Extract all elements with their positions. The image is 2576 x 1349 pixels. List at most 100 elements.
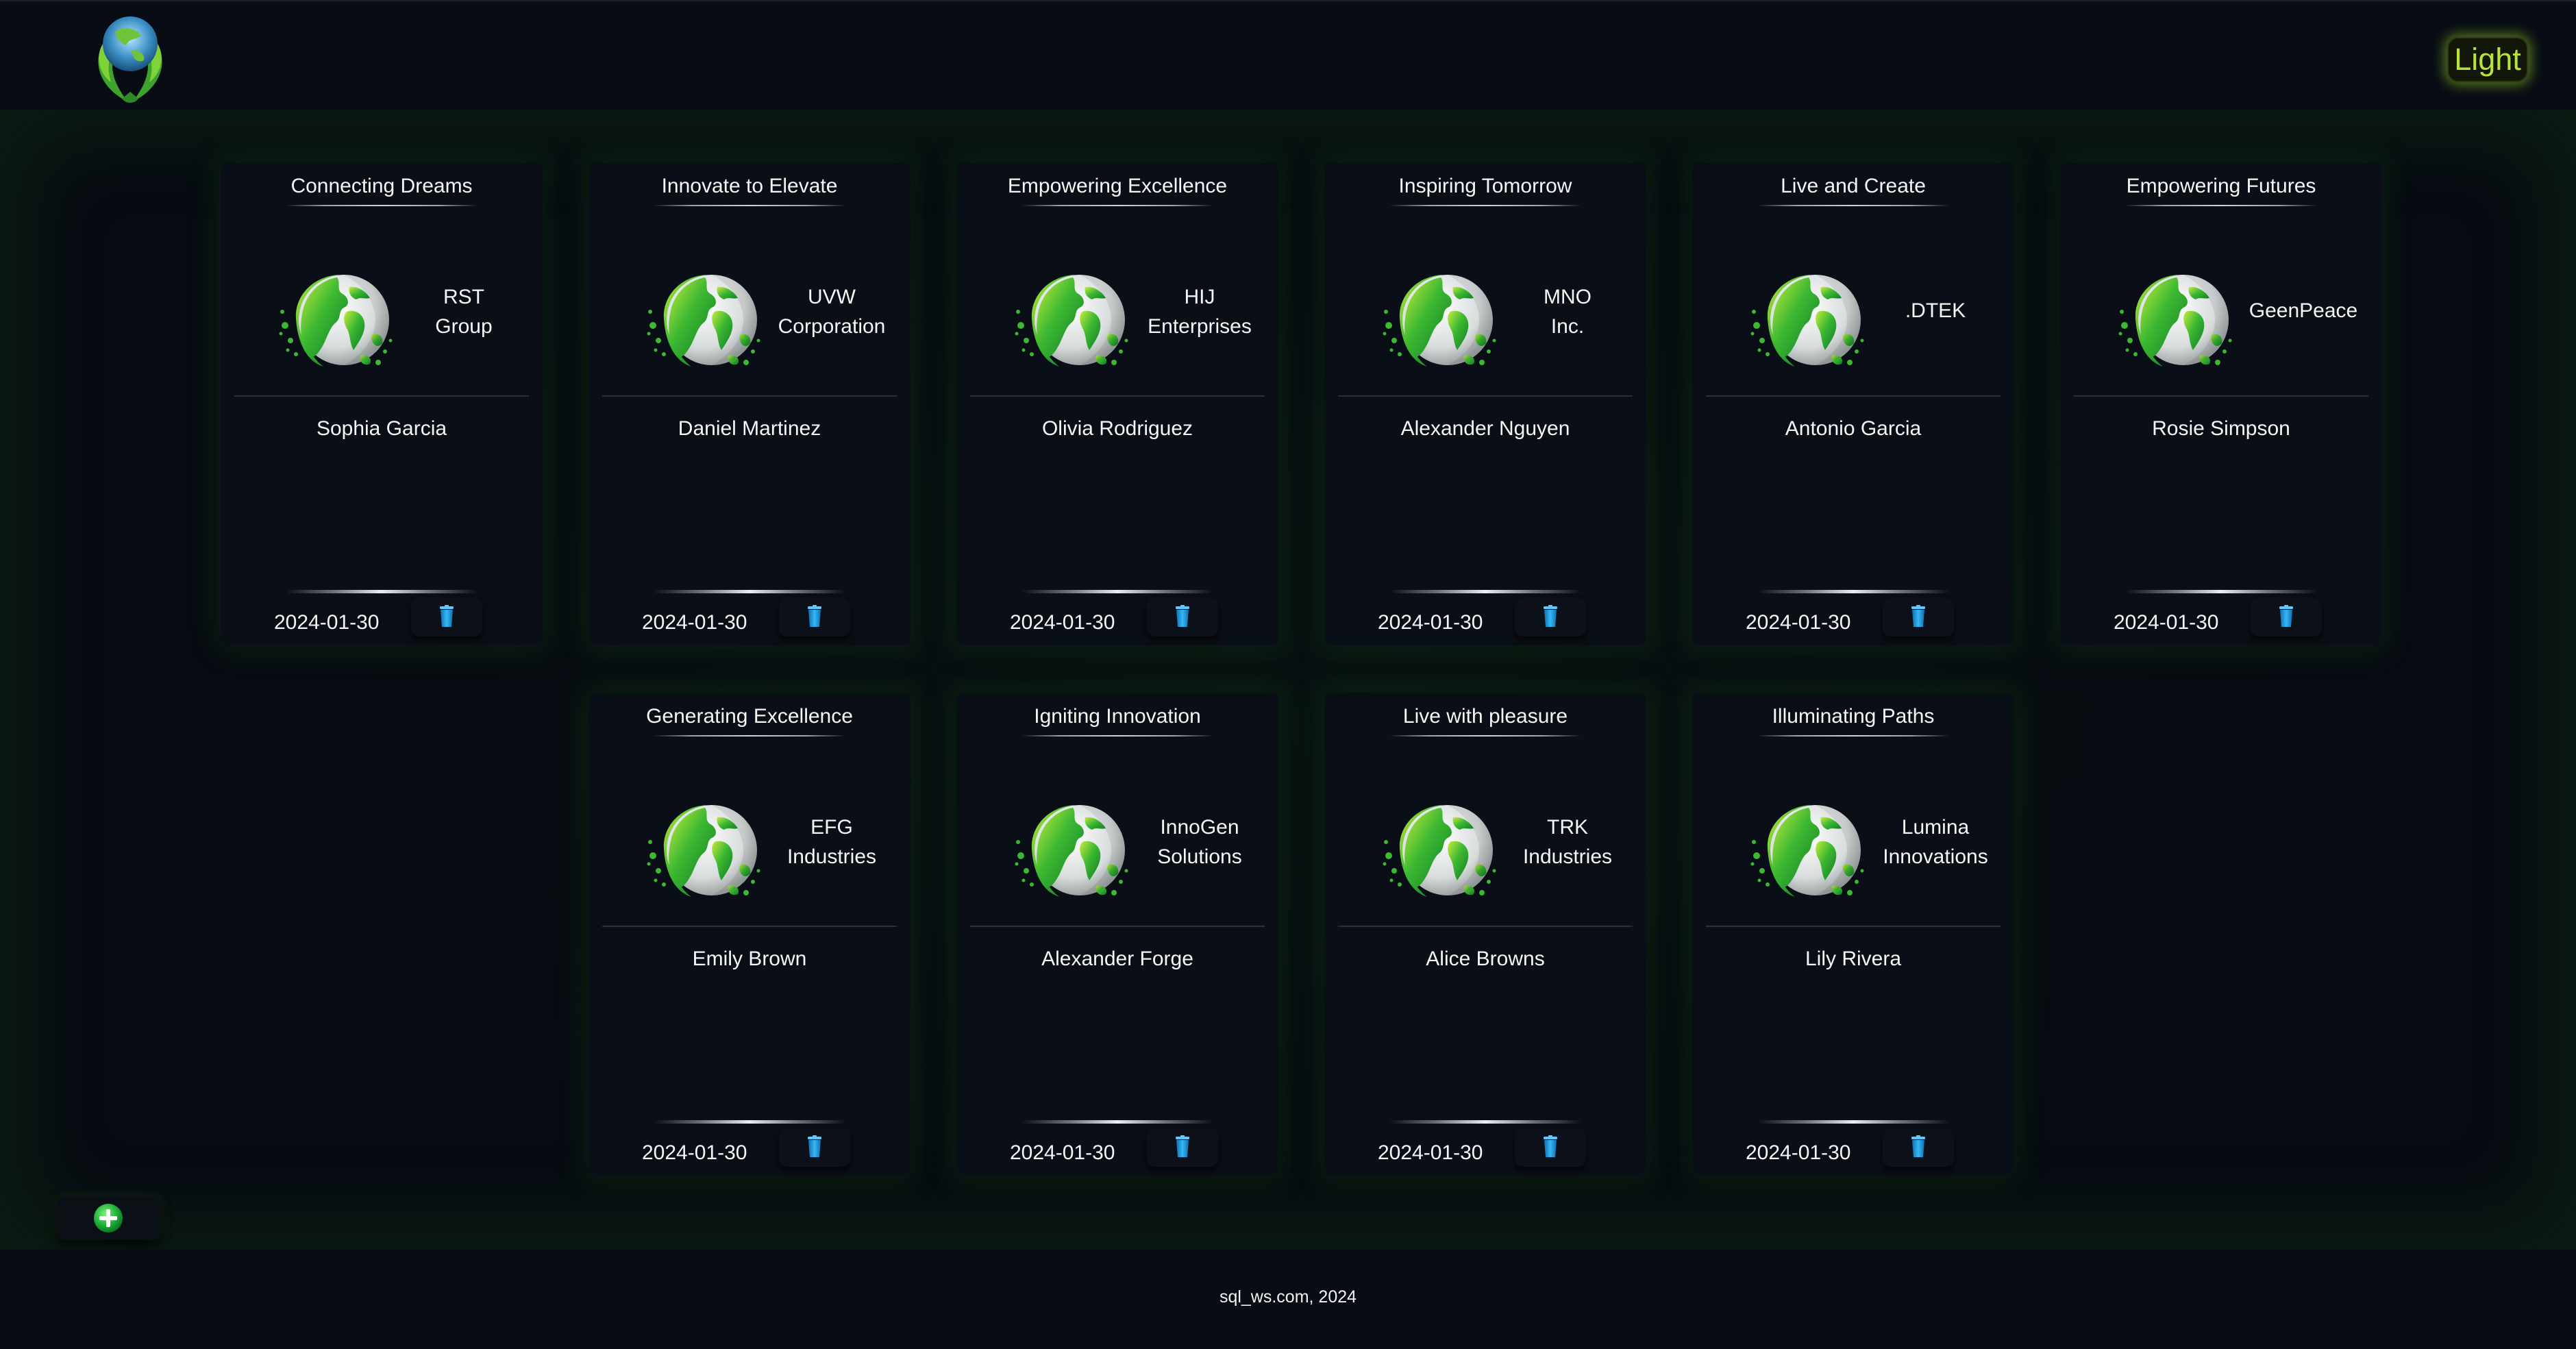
organization-card[interactable]: Illuminating Paths Lumina Innovations Lil…	[1692, 693, 2014, 1176]
card-date: 2024-01-30	[1746, 1141, 1851, 1164]
card-date: 2024-01-30	[1010, 611, 1115, 634]
company-name: MNO Inc.	[1502, 282, 1633, 341]
delete-button[interactable]	[1515, 1128, 1586, 1167]
delete-button[interactable]	[1515, 598, 1586, 636]
contact-person: Sophia Garcia	[316, 417, 447, 440]
footer-copyright: sql_ws.com, 2024	[1219, 1287, 1357, 1307]
plus-circle-icon	[94, 1204, 123, 1233]
card-footer-line	[1021, 590, 1213, 593]
delete-button[interactable]	[1147, 1128, 1218, 1167]
title-underline	[286, 205, 478, 206]
card-footer-line	[2125, 590, 2317, 593]
title-underline	[1021, 735, 1213, 737]
company-name: InnoGen Solutions	[1135, 813, 1265, 871]
green-globe-icon	[275, 260, 399, 383]
company-name: TRK Industries	[1502, 813, 1633, 871]
trash-icon	[1176, 605, 1189, 627]
card-date: 2024-01-30	[1378, 1141, 1483, 1164]
delete-button[interactable]	[411, 598, 482, 636]
company-name-line: MNO	[1544, 286, 1592, 308]
company-name: Lumina Innovations	[1870, 813, 2001, 871]
company-name-line: Industries	[787, 845, 877, 868]
card-divider	[970, 926, 1265, 927]
company-name: UVW Corporation	[767, 282, 897, 341]
card-footer-line	[1757, 590, 1949, 593]
card-date: 2024-01-30	[1010, 1141, 1115, 1164]
contact-person: Emily Brown	[692, 948, 807, 970]
company-name-line: EFG	[810, 816, 853, 839]
card-divider	[2074, 395, 2368, 397]
organization-card[interactable]: Generating Excellence EFG Industries Emil…	[589, 693, 911, 1176]
trash-icon	[808, 605, 821, 627]
trash-icon	[1176, 1135, 1189, 1157]
card-title: Generating Excellence	[646, 705, 853, 728]
delete-button[interactable]	[1147, 598, 1218, 636]
delete-button[interactable]	[1883, 1128, 1954, 1167]
page-footer: sql_ws.com, 2024	[0, 1250, 2576, 1349]
card-footer-line	[286, 590, 478, 593]
organization-card[interactable]: Igniting Innovation InnoGen Solutions Ale…	[956, 693, 1278, 1176]
contact-person: Rosie Simpson	[2152, 417, 2290, 440]
trash-icon	[1911, 605, 1925, 627]
trash-icon	[2279, 605, 2293, 627]
app-header: Light	[0, 0, 2576, 110]
green-globe-icon	[1379, 260, 1502, 383]
globe-hands-logo-icon[interactable]	[88, 8, 173, 107]
card-divider	[1338, 926, 1633, 927]
organization-card[interactable]: Live with pleasure TRK Industries Alice B…	[1324, 693, 1646, 1176]
organization-card[interactable]: Connecting Dreams RST Group Sophia Garcia…	[221, 162, 543, 645]
green-globe-icon	[643, 260, 767, 383]
card-divider	[602, 926, 897, 927]
delete-button[interactable]	[1883, 598, 1954, 636]
card-divider	[1338, 395, 1633, 397]
contact-person: Alice Browns	[1426, 948, 1545, 970]
green-globe-icon	[1011, 790, 1135, 913]
contact-person: Antonio Garcia	[1785, 417, 1922, 440]
title-underline	[654, 205, 845, 206]
company-name-line: Corporation	[778, 315, 886, 338]
green-globe-icon	[643, 790, 767, 913]
card-date: 2024-01-30	[1746, 611, 1851, 634]
card-title: Live with pleasure	[1402, 705, 1568, 728]
delete-button[interactable]	[779, 598, 850, 636]
company-name-line: Group	[435, 315, 493, 338]
delete-button[interactable]	[2251, 598, 2322, 636]
card-footer-line	[1757, 1120, 1949, 1124]
company-name: GeenPeace	[2238, 296, 2368, 325]
theme-toggle-button[interactable]: Light	[2447, 37, 2528, 82]
card-date: 2024-01-30	[642, 1141, 747, 1164]
green-globe-icon	[1379, 790, 1502, 913]
organization-card[interactable]: Empowering Excellence HIJ Enterprises Oli…	[956, 162, 1278, 645]
company-name-line: Lumina	[1901, 816, 1970, 839]
add-card-button[interactable]	[56, 1196, 162, 1240]
company-name-line: TRK	[1547, 816, 1588, 839]
green-globe-icon	[1747, 260, 1870, 383]
card-date: 2024-01-30	[642, 611, 747, 634]
company-name-line: UVW	[808, 286, 856, 308]
company-name-line: Inc.	[1550, 315, 1585, 338]
card-divider	[234, 395, 529, 397]
green-globe-icon	[1011, 260, 1135, 383]
title-underline	[654, 735, 845, 737]
organization-card[interactable]: Innovate to Elevate UVW Corporation Danie…	[589, 162, 911, 645]
card-title: Connecting Dreams	[290, 175, 473, 197]
card-footer-line	[1389, 1120, 1581, 1124]
organization-card[interactable]: Empowering Futures GeenPeace Rosie Simps…	[2060, 162, 2382, 645]
company-name-line: GeenPeace	[2249, 299, 2358, 322]
card-title: Inspiring Tomorrow	[1398, 175, 1572, 197]
contact-person: Olivia Rodriguez	[1041, 417, 1193, 440]
card-footer-line	[654, 590, 845, 593]
trash-icon	[1544, 1135, 1557, 1157]
card-title: Illuminating Paths	[1772, 705, 1935, 728]
organization-card[interactable]: Inspiring Tomorrow MNO Inc. Alexander Ngu…	[1324, 162, 1646, 645]
card-title: Innovate to Elevate	[661, 175, 838, 197]
organization-card[interactable]: Live and Create .DTEK Antonio Garcia 202…	[1692, 162, 2014, 645]
company-name: EFG Industries	[767, 813, 897, 871]
trash-icon	[440, 605, 454, 627]
trash-icon	[1544, 605, 1557, 627]
delete-button[interactable]	[779, 1128, 850, 1167]
green-globe-icon	[2115, 260, 2238, 383]
card-date: 2024-01-30	[1378, 611, 1483, 634]
company-name: HIJ Enterprises	[1135, 282, 1265, 341]
company-name-line: HIJ	[1184, 286, 1215, 308]
